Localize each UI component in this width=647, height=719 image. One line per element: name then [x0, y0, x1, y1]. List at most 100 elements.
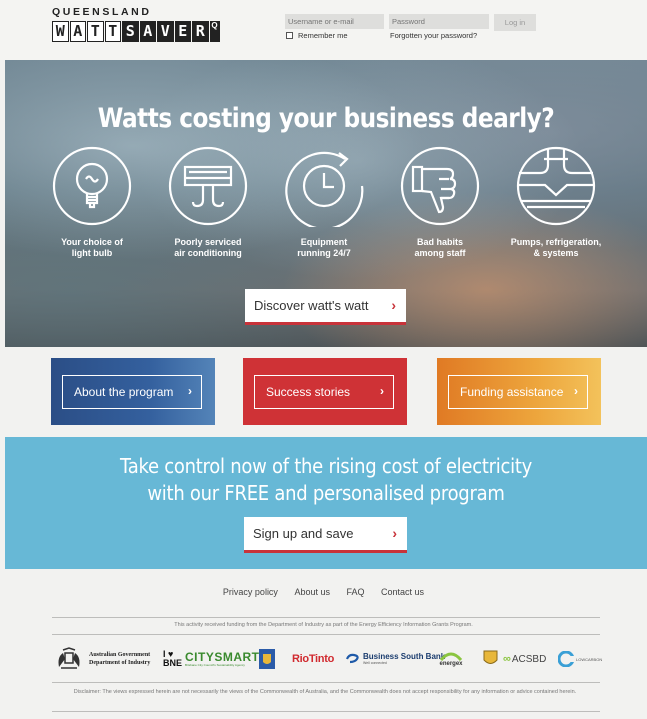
clock-icon[interactable] — [283, 145, 365, 230]
hero-label-line: running 24/7 — [297, 248, 351, 258]
logo-letter: A — [139, 21, 156, 42]
bsb-subtext: Well connected — [363, 661, 387, 665]
faq-link[interactable]: FAQ — [347, 587, 365, 597]
logo-letter: S — [122, 21, 139, 42]
chevron-right-icon: › — [574, 384, 578, 398]
logo-letter: E — [174, 21, 191, 42]
business-south-bank-logo[interactable]: Business South Bank Well connected — [345, 645, 445, 673]
discover-button-label: Discover watt's watt — [254, 298, 369, 313]
energex-text: energex — [439, 660, 463, 667]
logo-letter: T — [104, 21, 121, 42]
bne-text: I ♥ BNE — [163, 649, 183, 668]
funding-assistance-label: Funding assistance — [460, 385, 564, 399]
low-carbon-logo[interactable]: LOWCARBON — [558, 645, 602, 673]
energex-logo[interactable]: energex — [439, 645, 463, 673]
riotinto-logo[interactable]: RioTinto — [292, 645, 334, 673]
aus-gov-line2: Department of Industry — [89, 660, 151, 666]
logo-tail: Q — [209, 21, 220, 42]
hero-label-line: air conditioning — [174, 248, 242, 258]
australian-government-logo[interactable]: Australian Government Department of Indu… — [55, 645, 150, 673]
about-program-button[interactable]: About the program › — [62, 375, 202, 409]
footer-divider — [52, 682, 600, 683]
funding-assistance-button[interactable]: Funding assistance › — [448, 375, 588, 409]
band-headline-line2: with our FREE and personalised program — [147, 481, 505, 505]
citysmart-subtext: Brisbane City Council's Sustainability A… — [185, 662, 245, 667]
footer-divider — [52, 711, 600, 712]
coat-of-arms-icon — [58, 647, 80, 669]
forgot-password-link[interactable]: Forgotten your password? — [390, 31, 477, 40]
discover-button[interactable]: Discover watt's watt › — [245, 289, 406, 325]
logo-letter: A — [69, 21, 86, 42]
bsb-text: Business South Bank — [363, 652, 446, 661]
signup-band: Take control now of the rising cost of e… — [5, 437, 647, 569]
success-stories-button[interactable]: Success stories › — [254, 375, 394, 409]
remember-me-checkbox[interactable] — [286, 32, 293, 39]
footer-divider — [52, 617, 600, 618]
acsbd-text: ACSBD — [511, 653, 547, 665]
partner-logos: Australian Government Department of Indu… — [55, 645, 603, 675]
shield-icon — [483, 650, 498, 664]
queensland-government-logo[interactable] — [258, 645, 276, 673]
logo-letter: W — [52, 21, 69, 42]
hero-label-line: light bulb — [71, 248, 113, 258]
hero-label-line: among staff — [414, 248, 466, 258]
aus-gov-line1: Australian Government — [89, 652, 151, 658]
remember-me[interactable]: Remember me — [286, 31, 348, 40]
shield-logo[interactable] — [483, 645, 498, 673]
hero-label-equipment: Equipment running 24/7 — [264, 237, 384, 259]
footer-divider — [52, 634, 600, 635]
citysmart-text: CITYSMART — [185, 649, 260, 664]
thumbs-down-icon[interactable] — [399, 145, 481, 227]
disclaimer-text: Disclaimer: The views expressed herein a… — [73, 689, 577, 695]
hero-title: Watts costing your business dearly? — [97, 103, 555, 134]
hero-label-light-bulb: Your choice of light bulb — [32, 237, 152, 259]
band-headline-line1: Take control now of the rising cost of e… — [119, 454, 533, 478]
low-carbon-text: LOWCARBON — [576, 656, 603, 662]
success-stories-tile[interactable]: Success stories › — [243, 358, 407, 425]
logo-letter: V — [157, 21, 174, 42]
qld-crest-icon — [259, 649, 275, 669]
sign-up-button-label: Sign up and save — [253, 526, 354, 541]
about-us-link[interactable]: About us — [294, 587, 330, 597]
air-conditioner-icon[interactable] — [167, 145, 249, 227]
citysmart-logo[interactable]: CITYSMART Brisbane City Council's Sustai… — [185, 645, 260, 673]
hero-label-bad-habits: Bad habits among staff — [380, 237, 500, 259]
about-program-label: About the program — [74, 385, 174, 399]
funding-assistance-tile[interactable]: Funding assistance › — [437, 358, 601, 425]
hero-label-line: Pumps, refrigeration, — [510, 237, 602, 247]
sign-up-button[interactable]: Sign up and save › — [244, 517, 407, 553]
acsbd-logo[interactable]: ∞ ACSBD — [503, 645, 546, 673]
username-input[interactable] — [285, 14, 384, 29]
contact-us-link[interactable]: Contact us — [381, 587, 424, 597]
chevron-right-icon: › — [391, 297, 396, 313]
hero-label-line: Equipment — [300, 237, 348, 247]
hero-label-line: Poorly serviced — [174, 237, 242, 247]
site-header: QUEENSLAND W A T T S A V E R Q Log in Re… — [0, 0, 647, 60]
logo-wordmark: W A T T S A V E R Q — [52, 21, 220, 42]
wattsavers-logo[interactable]: QUEENSLAND W A T T S A V E R Q — [52, 6, 220, 42]
logo-letter: T — [87, 21, 104, 42]
chevron-right-icon: › — [188, 384, 192, 398]
password-input[interactable] — [389, 14, 489, 29]
remember-me-label: Remember me — [298, 31, 348, 40]
footer-nav: Privacy policy About us FAQ Contact us — [0, 587, 647, 597]
login-button[interactable]: Log in — [494, 14, 536, 31]
hero-banner: Watts costing your business dearly? Your… — [5, 60, 647, 347]
riotinto-text: RioTinto — [292, 653, 334, 665]
privacy-policy-link[interactable]: Privacy policy — [223, 587, 278, 597]
bne-logo[interactable]: I ♥ BNE — [163, 645, 183, 673]
hero-label-line: Your choice of — [61, 237, 123, 247]
low-carbon-c-icon — [558, 651, 574, 667]
chevron-right-icon: › — [380, 384, 384, 398]
logo-queensland-text: QUEENSLAND — [52, 6, 152, 18]
energex-arc-icon — [439, 652, 463, 661]
success-stories-label: Success stories — [266, 385, 351, 399]
about-program-tile[interactable]: About the program › — [51, 358, 215, 425]
hero-label-line: & systems — [533, 248, 579, 258]
light-bulb-icon[interactable] — [51, 145, 133, 227]
hero-label-line: Bad habits — [416, 237, 463, 247]
hero-label-pumps: Pumps, refrigeration, & systems — [496, 237, 616, 259]
acsbd-loop-icon: ∞ — [503, 653, 511, 665]
chevron-right-icon: › — [392, 525, 397, 541]
pipes-icon[interactable] — [515, 145, 597, 227]
